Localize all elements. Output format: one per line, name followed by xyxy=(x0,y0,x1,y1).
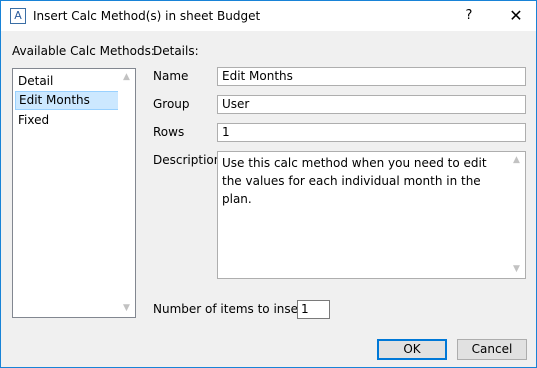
title-bar: A Insert Calc Method(s) in sheet Budget … xyxy=(1,1,536,31)
description-label: Description xyxy=(153,153,222,167)
app-icon: A xyxy=(10,8,26,24)
items-to-insert-field[interactable]: 1 xyxy=(297,300,330,319)
scroll-up-icon[interactable]: ▲ xyxy=(118,69,135,86)
group-label: Group xyxy=(153,97,190,111)
list-item-edit-months[interactable]: Edit Months xyxy=(15,91,119,110)
insert-calc-method-dialog: A Insert Calc Method(s) in sheet Budget … xyxy=(0,0,537,368)
available-methods-label: Available Calc Methods: xyxy=(12,44,155,58)
dialog-title: Insert Calc Method(s) in sheet Budget xyxy=(33,9,261,23)
description-text: Use this calc method when you need to ed… xyxy=(222,156,491,206)
close-button[interactable]: ✕ xyxy=(496,1,536,31)
scroll-down-icon[interactable]: ▼ xyxy=(118,300,135,317)
help-button[interactable]: ? xyxy=(449,1,489,31)
methods-listbox[interactable]: Detail Edit Months Fixed ▲ ▼ xyxy=(12,68,136,318)
description-field[interactable]: Use this calc method when you need to ed… xyxy=(217,151,526,279)
details-label: Details: xyxy=(153,44,199,58)
ok-button[interactable]: OK xyxy=(377,339,447,360)
description-scrollbar[interactable]: ▲ ▼ xyxy=(508,152,525,278)
name-label: Name xyxy=(153,69,189,83)
scroll-up-icon[interactable]: ▲ xyxy=(508,152,525,169)
group-field[interactable]: User xyxy=(217,95,526,114)
list-item-detail[interactable]: Detail xyxy=(15,72,119,91)
methods-scrollbar[interactable]: ▲ ▼ xyxy=(118,69,135,317)
cancel-button[interactable]: Cancel xyxy=(457,339,527,360)
rows-field[interactable]: 1 xyxy=(217,123,526,142)
name-field[interactable]: Edit Months xyxy=(217,67,526,86)
rows-label: Rows xyxy=(153,125,185,139)
items-to-insert-label: Number of items to insert: xyxy=(153,302,312,316)
list-item-fixed[interactable]: Fixed xyxy=(15,111,119,130)
scroll-down-icon[interactable]: ▼ xyxy=(508,261,525,278)
